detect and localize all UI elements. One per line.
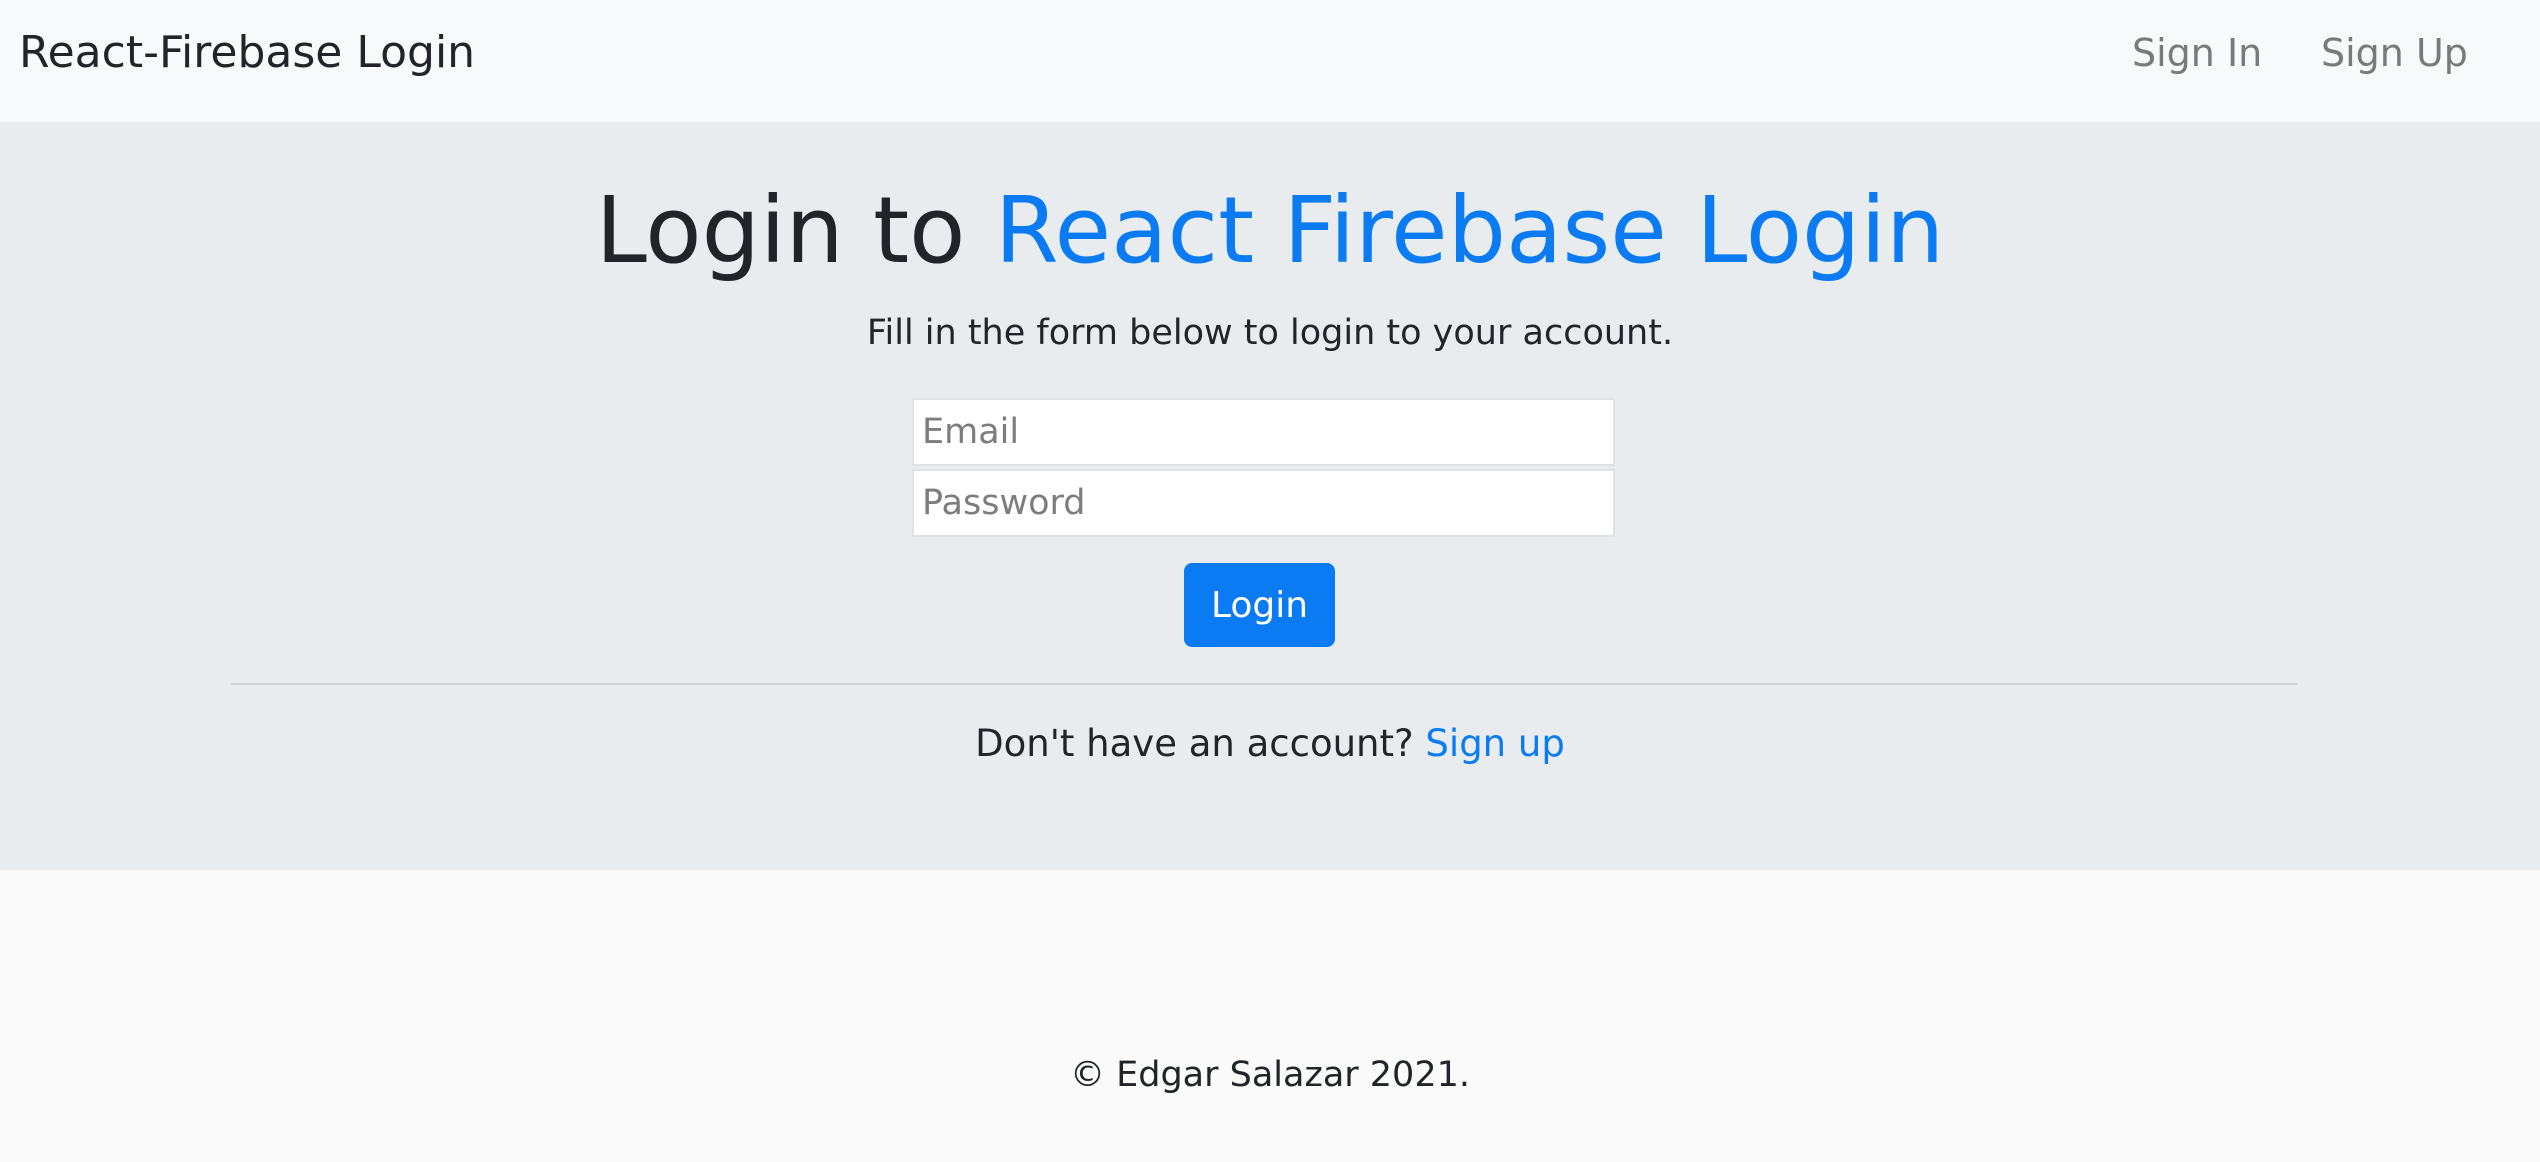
login-section: Login to React Firebase Login Fill in th… — [0, 122, 2540, 870]
brand-link[interactable]: React-Firebase Login — [19, 27, 475, 79]
title-app-name: React Firebase Login — [994, 177, 1945, 284]
footer: © Edgar Salazar 2021. — [0, 870, 2540, 1162]
navbar: React-Firebase Login Sign In Sign Up — [0, 0, 2540, 122]
signup-link[interactable]: Sign up — [1425, 722, 1564, 765]
divider — [231, 683, 2298, 685]
email-input[interactable] — [912, 398, 1615, 466]
copyright-text: © Edgar Salazar 2021. — [1069, 1055, 1470, 1095]
lead-text: Fill in the form below to login to your … — [866, 313, 1674, 353]
password-input[interactable] — [912, 469, 1615, 537]
page-title: Login to React Firebase Login — [0, 176, 2540, 286]
login-button[interactable]: Login — [1184, 563, 1335, 647]
nav-sign-up-link[interactable]: Sign Up — [2321, 29, 2468, 77]
signup-prompt: Don't have an account? Sign up — [0, 720, 2540, 768]
title-prefix: Login to — [595, 177, 995, 284]
nav-sign-in-link[interactable]: Sign In — [2132, 29, 2262, 77]
signup-prompt-text: Don't have an account? — [975, 722, 1426, 765]
